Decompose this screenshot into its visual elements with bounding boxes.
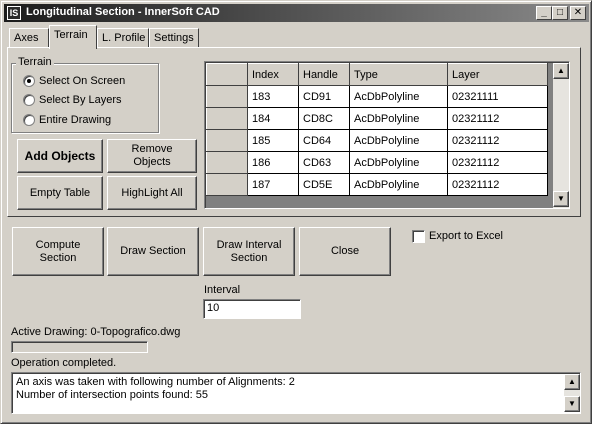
table-row[interactable]: 183 CD91 AcDbPolyline 02321111 <box>206 85 548 108</box>
log-line: Number of intersection points found: 55 <box>16 389 209 401</box>
column-header-index[interactable]: Index <box>247 63 299 86</box>
radio-icon[interactable] <box>23 94 35 107</box>
column-header-type[interactable]: Type <box>349 63 448 86</box>
export-to-excel-checkbox[interactable] <box>412 230 425 243</box>
log-output[interactable]: An axis was taken with following number … <box>11 372 581 414</box>
interval-input[interactable]: 10 <box>203 299 301 319</box>
interval-label: Interval <box>204 284 241 296</box>
scroll-down-icon[interactable]: ▼ <box>553 191 569 207</box>
row-header-cell[interactable] <box>206 107 248 130</box>
close-window-button[interactable]: ✕ <box>570 6 586 20</box>
main-window: IS Longitudinal Section - InnerSoft CAD … <box>0 0 592 424</box>
handle-cell[interactable]: CD5E <box>298 173 350 196</box>
scroll-up-icon[interactable]: ▲ <box>564 374 580 390</box>
tab-axes[interactable]: Axes <box>9 28 49 48</box>
tab-settings[interactable]: Settings <box>149 28 199 48</box>
close-button[interactable]: Close <box>299 227 391 276</box>
empty-table-button[interactable]: Empty Table <box>17 176 103 210</box>
terrain-group-label: Terrain <box>16 56 54 68</box>
type-cell[interactable]: AcDbPolyline <box>349 151 448 174</box>
layer-cell[interactable]: 02321112 <box>447 107 548 130</box>
radio-entire-drawing[interactable]: Entire Drawing <box>23 114 111 130</box>
active-drawing-text: Active Drawing: 0-Topografico.dwg <box>11 326 181 338</box>
title-bar[interactable]: IS Longitudinal Section - InnerSoft CAD … <box>4 4 589 22</box>
type-cell[interactable]: AcDbPolyline <box>349 129 448 152</box>
layer-cell[interactable]: 02321112 <box>447 151 548 174</box>
table-row[interactable]: 187 CD5E AcDbPolyline 02321112 <box>206 173 548 196</box>
grid-corner-cell[interactable] <box>206 63 248 86</box>
index-cell[interactable]: 187 <box>247 173 299 196</box>
compute-section-button[interactable]: Compute Section <box>12 227 104 276</box>
radio-label: Select On Screen <box>39 75 126 87</box>
highlight-all-button[interactable]: HighLight All <box>107 176 197 210</box>
compute-section-label: Compute Section <box>35 238 81 264</box>
row-header-cell[interactable] <box>206 151 248 174</box>
column-header-handle[interactable]: Handle <box>298 63 350 86</box>
layer-cell[interactable]: 02321111 <box>447 85 548 108</box>
scroll-down-icon[interactable]: ▼ <box>564 396 580 412</box>
log-vertical-scrollbar[interactable]: ▲ ▼ <box>564 374 580 412</box>
type-cell[interactable]: AcDbPolyline <box>349 173 448 196</box>
handle-cell[interactable]: CD63 <box>298 151 350 174</box>
handle-cell[interactable]: CD64 <box>298 129 350 152</box>
grid-header-row: Index Handle Type Layer <box>206 63 548 86</box>
radio-label: Select By Layers <box>39 94 122 106</box>
table-row[interactable]: 184 CD8C AcDbPolyline 02321112 <box>206 107 548 130</box>
draw-interval-section-label: Draw Interval Section <box>216 238 282 264</box>
layer-cell[interactable]: 02321112 <box>447 129 548 152</box>
type-cell[interactable]: AcDbPolyline <box>349 85 448 108</box>
app-icon[interactable]: IS <box>7 6 21 20</box>
objects-grid[interactable]: Index Handle Type Layer 183 CD91 AcDbPolyl… <box>204 61 570 209</box>
objects-table: Index Handle Type Layer 183 CD91 AcDbPolyl… <box>206 63 548 196</box>
row-header-cell[interactable] <box>206 85 248 108</box>
row-header-cell[interactable] <box>206 173 248 196</box>
draw-section-button[interactable]: Draw Section <box>107 227 199 276</box>
draw-section-label: Draw Section <box>120 245 186 257</box>
index-cell[interactable]: 183 <box>247 85 299 108</box>
remove-objects-button[interactable]: Remove Objects <box>107 139 197 173</box>
tab-terrain[interactable]: Terrain <box>49 25 97 49</box>
row-header-cell[interactable] <box>206 129 248 152</box>
export-to-excel-label[interactable]: Export to Excel <box>429 230 503 242</box>
close-label: Close <box>330 245 360 257</box>
handle-cell[interactable]: CD91 <box>298 85 350 108</box>
grid-vertical-scrollbar[interactable]: ▲ ▼ <box>553 63 569 208</box>
progress-bar <box>11 341 148 353</box>
maximize-button[interactable]: □ <box>552 6 568 20</box>
radio-select-on-screen[interactable]: Select On Screen <box>23 75 125 91</box>
table-row[interactable]: 185 CD64 AcDbPolyline 02321112 <box>206 129 548 152</box>
scroll-up-icon[interactable]: ▲ <box>553 63 569 79</box>
window-title: Longitudinal Section - InnerSoft CAD <box>26 6 220 18</box>
radio-label: Entire Drawing <box>39 114 112 126</box>
radio-icon[interactable] <box>23 114 35 127</box>
layer-cell[interactable]: 02321112 <box>447 173 548 196</box>
table-row[interactable]: 186 CD63 AcDbPolyline 02321112 <box>206 151 548 174</box>
add-objects-button[interactable]: Add Objects <box>17 139 103 173</box>
handle-cell[interactable]: CD8C <box>298 107 350 130</box>
index-cell[interactable]: 185 <box>247 129 299 152</box>
tab-l-profile[interactable]: L. Profile <box>97 28 149 48</box>
operation-status-text: Operation completed. <box>11 357 117 369</box>
radio-select-by-layers[interactable]: Select By Layers <box>23 94 122 110</box>
column-header-layer[interactable]: Layer <box>447 63 548 86</box>
log-line: An axis was taken with following number … <box>16 376 295 388</box>
minimize-button[interactable]: _ <box>536 6 552 20</box>
draw-interval-section-button[interactable]: Draw Interval Section <box>203 227 295 276</box>
type-cell[interactable]: AcDbPolyline <box>349 107 448 130</box>
index-cell[interactable]: 184 <box>247 107 299 130</box>
index-cell[interactable]: 186 <box>247 151 299 174</box>
radio-checked-icon[interactable] <box>23 75 35 88</box>
